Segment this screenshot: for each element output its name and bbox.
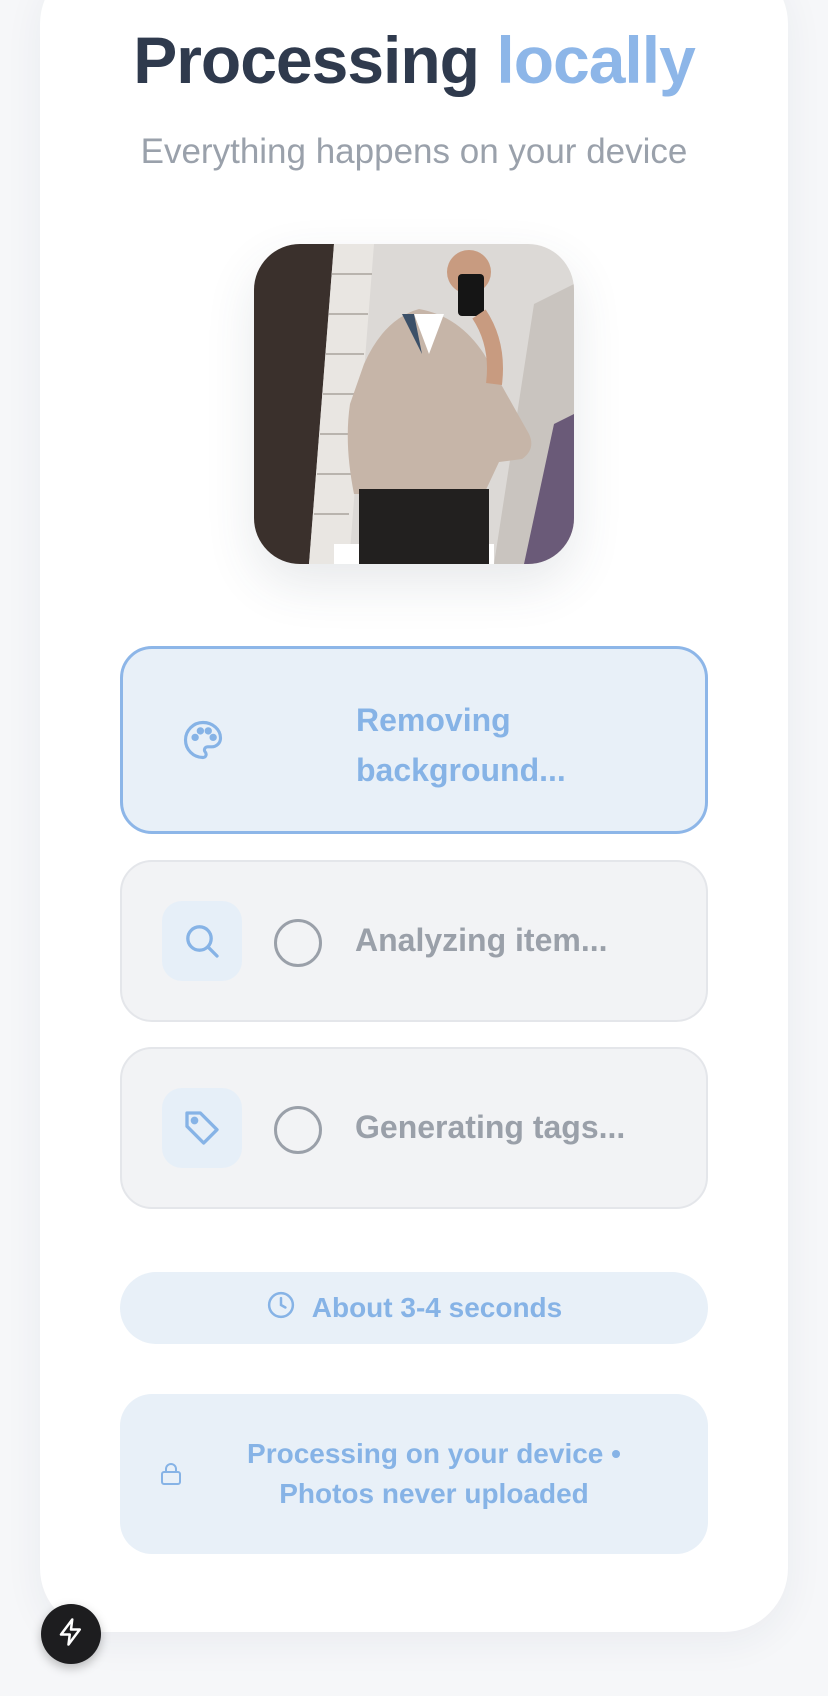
privacy-notice: Processing on your device • Photos never… xyxy=(120,1394,708,1554)
step-label: Generating tags... xyxy=(355,1109,626,1145)
step-label: Removing background... xyxy=(356,702,566,788)
privacy-text: Processing on your device • Photos never… xyxy=(247,1438,621,1509)
eta-label: About 3-4 seconds xyxy=(311,1292,563,1323)
step-status-radio xyxy=(274,1106,322,1154)
page-subtitle: Everything happens on your device xyxy=(140,132,688,171)
page-title: Processing locally xyxy=(0,22,828,98)
step-analyze-item: Analyzing item... xyxy=(120,860,708,1022)
step-remove-background: Removing background... xyxy=(120,646,708,834)
step-generate-tags: Generating tags... xyxy=(120,1047,708,1209)
palette-icon xyxy=(163,700,243,780)
step-status-radio xyxy=(274,919,322,967)
tag-icon xyxy=(162,1088,242,1168)
title-main: Processing xyxy=(133,23,480,97)
lock-icon xyxy=(160,1462,182,1491)
eta-badge: About 3-4 seconds xyxy=(120,1272,708,1344)
search-icon xyxy=(162,901,242,981)
title-accent: locally xyxy=(496,23,695,97)
item-photo xyxy=(254,244,574,564)
step-label: Analyzing item... xyxy=(355,922,608,958)
lightning-button[interactable] xyxy=(41,1604,101,1664)
clock-icon xyxy=(266,1290,296,1327)
lightning-icon xyxy=(56,1617,86,1652)
